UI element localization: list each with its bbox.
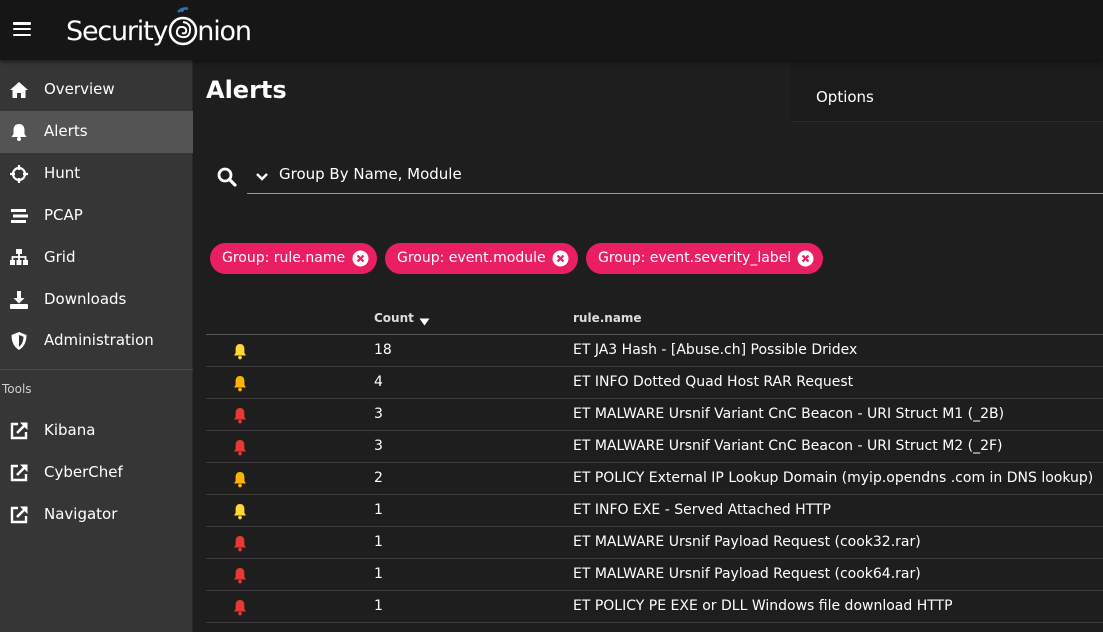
row-rule-name[interactable]: ET INFO Dotted Quad Host RAR Request bbox=[573, 374, 853, 390]
group-chip-event-module[interactable]: Group: event.module bbox=[385, 243, 578, 274]
group-chip-event-severity-label[interactable]: Group: event.severity_label bbox=[586, 243, 823, 274]
stream-icon bbox=[11, 209, 28, 223]
tools-section-label: Tools bbox=[2, 382, 32, 396]
row-count: 1 bbox=[374, 502, 383, 518]
table-row[interactable]: 1 ET POLICY PE EXE or DLL Windows file do… bbox=[206, 591, 1103, 623]
row-count: 3 bbox=[374, 438, 383, 454]
close-circle-icon[interactable] bbox=[797, 250, 814, 267]
sidebar-item-label: PCAP bbox=[44, 206, 83, 224]
options-panel[interactable]: Options bbox=[791, 62, 1103, 122]
row-rule-name[interactable]: ET MALWARE Ursnif Payload Request (cook6… bbox=[573, 566, 921, 582]
row-count: 1 bbox=[374, 598, 383, 614]
external-link-icon bbox=[10, 506, 28, 524]
sidebar-item-alerts[interactable]: Alerts bbox=[0, 111, 193, 153]
sort-descending-icon[interactable] bbox=[419, 318, 430, 326]
sidebar-item-pcap[interactable]: PCAP bbox=[0, 195, 193, 237]
row-rule-name[interactable]: ET MALWARE Ursnif Variant CnC Beacon - U… bbox=[573, 438, 1003, 454]
onion-logo-icon bbox=[168, 7, 198, 46]
search-icon[interactable] bbox=[217, 167, 237, 187]
sidebar-item-grid[interactable]: Grid bbox=[0, 237, 193, 279]
row-count: 1 bbox=[374, 534, 383, 550]
bell-icon[interactable] bbox=[232, 439, 248, 456]
group-chip-rule-name[interactable]: Group: rule.name bbox=[210, 243, 377, 274]
table-row[interactable]: 1 ET INFO EXE - Served Attached HTTP bbox=[206, 495, 1103, 527]
app-bar: Security nion bbox=[0, 0, 1103, 60]
row-count: 2 bbox=[374, 470, 383, 486]
sidebar-item-overview[interactable]: Overview bbox=[0, 69, 193, 111]
sidebar-item-label: Downloads bbox=[44, 290, 127, 308]
bell-icon bbox=[11, 124, 27, 141]
row-count: 3 bbox=[374, 406, 383, 422]
query-combobox[interactable]: Group By Name, Module bbox=[247, 158, 1103, 194]
chip-label: Group: rule.name bbox=[222, 250, 346, 266]
row-rule-name[interactable]: ET JA3 Hash - [Abuse.ch] Possible Dridex bbox=[573, 342, 857, 358]
row-count: 1 bbox=[374, 566, 383, 582]
column-header-rule-name[interactable]: rule.name bbox=[573, 311, 642, 325]
sidebar-item-label: Navigator bbox=[44, 505, 118, 523]
bell-icon[interactable] bbox=[232, 503, 248, 520]
external-link-icon bbox=[10, 422, 28, 440]
row-rule-name[interactable]: ET INFO EXE - Served Attached HTTP bbox=[573, 502, 831, 518]
sidebar-item-administration[interactable]: Administration bbox=[0, 320, 193, 362]
sidebar-nav: Overview Alerts Hunt PCAP Grid Downloads… bbox=[0, 60, 193, 632]
chevron-down-icon[interactable] bbox=[255, 172, 269, 182]
sidebar-item-label: Kibana bbox=[44, 421, 96, 439]
home-icon bbox=[10, 82, 28, 98]
sitemap-icon bbox=[10, 249, 28, 265]
sidebar-item-navigator[interactable]: Navigator bbox=[0, 494, 193, 536]
crosshairs-icon bbox=[10, 165, 28, 183]
chip-label: Group: event.module bbox=[397, 250, 546, 266]
close-circle-icon[interactable] bbox=[352, 250, 369, 267]
sidebar-item-label: Grid bbox=[44, 248, 76, 266]
options-toggle[interactable]: Options bbox=[816, 88, 874, 106]
download-icon bbox=[10, 291, 28, 309]
table-row[interactable]: 4 ET INFO Dotted Quad Host RAR Request bbox=[206, 367, 1103, 399]
sidebar-item-label: Alerts bbox=[44, 122, 88, 140]
bell-icon[interactable] bbox=[232, 567, 248, 584]
security-onion-logo[interactable]: Security nion bbox=[66, 6, 256, 50]
logo-text: Security nion bbox=[66, 16, 252, 47]
row-count: 18 bbox=[374, 342, 392, 358]
sidebar-item-label: Hunt bbox=[44, 164, 81, 182]
chip-label: Group: event.severity_label bbox=[598, 250, 792, 266]
table-row[interactable]: 3 ET MALWARE Ursnif Variant CnC Beacon - … bbox=[206, 399, 1103, 431]
sidebar-item-kibana[interactable]: Kibana bbox=[0, 410, 193, 452]
row-rule-name[interactable]: ET MALWARE Ursnif Payload Request (cook3… bbox=[573, 534, 921, 550]
table-row[interactable]: 1 ET MALWARE Ursnif Payload Request (cook… bbox=[206, 527, 1103, 559]
page-title: Alerts bbox=[206, 76, 287, 104]
bell-icon[interactable] bbox=[232, 535, 248, 552]
row-rule-name[interactable]: ET POLICY PE EXE or DLL Windows file dow… bbox=[573, 598, 953, 614]
table-row[interactable]: 3 ET MALWARE Ursnif Variant CnC Beacon - … bbox=[206, 431, 1103, 463]
row-count: 4 bbox=[374, 374, 383, 390]
close-circle-icon[interactable] bbox=[552, 250, 569, 267]
sidebar-item-label: Overview bbox=[44, 80, 115, 98]
sidebar-item-label: CyberChef bbox=[44, 463, 123, 481]
bell-icon[interactable] bbox=[232, 599, 248, 616]
shield-icon bbox=[11, 332, 27, 350]
external-link-icon bbox=[10, 464, 28, 482]
sidebar-item-cyberchef[interactable]: CyberChef bbox=[0, 452, 193, 494]
sidebar-item-downloads[interactable]: Downloads bbox=[0, 279, 193, 321]
query-value[interactable]: Group By Name, Module bbox=[279, 165, 462, 183]
menu-icon[interactable] bbox=[13, 22, 31, 37]
table-row[interactable]: 18 ET JA3 Hash - [Abuse.ch] Possible Drid… bbox=[206, 335, 1103, 367]
bell-icon[interactable] bbox=[232, 471, 248, 488]
table-row[interactable]: 2 ET POLICY External IP Lookup Domain (my… bbox=[206, 463, 1103, 495]
table-row[interactable]: 1 ET MALWARE Ursnif Payload Request (cook… bbox=[206, 559, 1103, 591]
bell-icon[interactable] bbox=[232, 375, 248, 392]
sidebar-divider bbox=[0, 369, 193, 370]
bell-icon[interactable] bbox=[232, 343, 248, 360]
bell-icon[interactable] bbox=[232, 407, 248, 424]
row-rule-name[interactable]: ET POLICY External IP Lookup Domain (myi… bbox=[573, 470, 1093, 486]
sidebar-item-label: Administration bbox=[44, 331, 154, 349]
row-rule-name[interactable]: ET MALWARE Ursnif Variant CnC Beacon - U… bbox=[573, 406, 1004, 422]
column-header-count[interactable]: Count bbox=[374, 311, 414, 325]
sidebar-item-hunt[interactable]: Hunt bbox=[0, 153, 193, 195]
